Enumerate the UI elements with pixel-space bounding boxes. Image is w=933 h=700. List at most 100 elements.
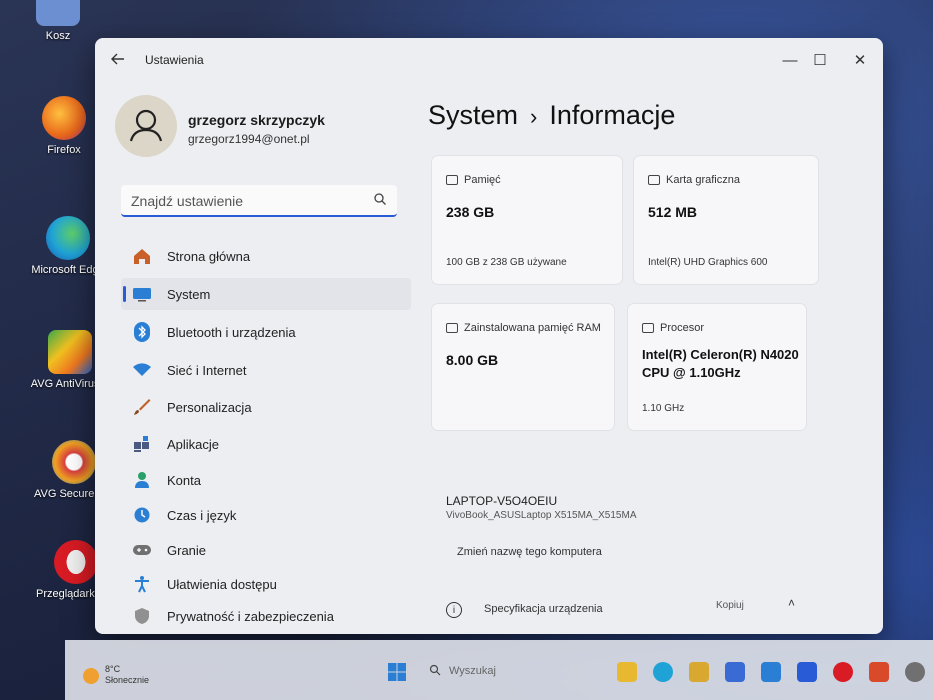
sidebar-item-time-language[interactable]: Czas i język: [121, 499, 411, 531]
files-icon[interactable]: [689, 662, 709, 682]
firefox-icon: [42, 96, 86, 140]
ram-card[interactable]: Zainstalowana pamięć RAM 8.00 GB: [432, 304, 614, 430]
apps-icon: [131, 433, 153, 455]
gpu-card-title: Karta graficzna: [666, 174, 740, 186]
breadcrumb-current: Informacje: [549, 100, 676, 130]
ram-card-title: Zainstalowana pamięć RAM: [464, 322, 601, 334]
gamepad-icon: [131, 539, 153, 561]
user-icon: [129, 109, 163, 142]
gpu-value: 512 MB: [648, 204, 698, 220]
title-bar: Ustawienia — ☐ ✕: [95, 38, 883, 84]
arrow-left-icon: [111, 53, 124, 65]
desktop-icon-recycle-bin[interactable]: Kosz: [18, 0, 98, 42]
spec-label: Specyfikacja urządzenia: [484, 603, 603, 615]
desktop-icon-label: Kosz: [45, 30, 71, 42]
sidebar-item-label: Strona główna: [167, 248, 251, 264]
taskbar-search[interactable]: Wyszukaj: [425, 660, 575, 684]
chevron-up-icon[interactable]: ˄: [788, 596, 795, 610]
close-button[interactable]: ✕: [845, 48, 875, 74]
weather-temp: 8°C: [105, 664, 121, 674]
gpu-card[interactable]: Karta graficzna 512 MB Intel(R) UHD Grap…: [634, 156, 818, 284]
sidebar-item-accounts[interactable]: Konta: [121, 464, 411, 496]
gpu-name: Intel(R) UHD Graphics 600: [648, 257, 768, 268]
sidebar-item-label: Ułatwienia dostępu: [167, 576, 277, 592]
settings-window: Ustawienia — ☐ ✕ grzegorz skrzypczyk grz…: [95, 38, 883, 634]
brush-icon: [131, 396, 153, 418]
sidebar-item-label: Bluetooth i urządzenia: [167, 324, 296, 340]
cpu-icon: [642, 323, 654, 333]
opera-taskbar-icon[interactable]: [833, 662, 853, 682]
card-title: Procesor: [642, 322, 704, 334]
device-spec-header[interactable]: i Specyfikacja urządzenia Kopiuj ˄: [446, 596, 866, 622]
ram-value: 8.00 GB: [446, 352, 499, 368]
office-icon[interactable]: [869, 662, 889, 682]
sidebar-item-personalization[interactable]: Personalizacja: [121, 391, 411, 423]
device-model: VivoBook_ASUSLaptop X515MA_X515MA: [446, 510, 637, 521]
sidebar-item-privacy[interactable]: Prywatność i zabezpieczenia: [121, 600, 411, 632]
profile-name: grzegorz skrzypczyk: [188, 112, 325, 128]
storage-usage: 100 GB z 238 GB używane: [446, 257, 567, 268]
cpu-card[interactable]: Procesor Intel(R) Celeron(R) N4020 CPU @…: [628, 304, 806, 430]
desktop-icon-label: Firefox: [47, 144, 81, 156]
maximize-button[interactable]: ☐: [805, 48, 835, 74]
profile-email: grzegorz1994@onet.pl: [188, 132, 310, 146]
recycle-bin-icon: [36, 0, 80, 26]
avg-secure-browser-icon: [52, 440, 96, 484]
gpu-icon: [648, 175, 660, 185]
sidebar-item-label: Konta: [167, 472, 201, 488]
wifi-icon: [131, 359, 153, 381]
device-name: LAPTOP-V5O4OEIU: [446, 494, 558, 508]
search-icon: [429, 664, 441, 676]
storage-card[interactable]: Pamięć 238 GB 100 GB z 238 GB używane: [432, 156, 622, 284]
sidebar-item-bluetooth[interactable]: Bluetooth i urządzenia: [121, 316, 411, 348]
sidebar-item-apps[interactable]: Aplikacje: [121, 428, 411, 460]
sidebar-item-label: Sieć i Internet: [167, 362, 247, 378]
breadcrumb-separator: ›: [530, 104, 538, 129]
search-box: [121, 185, 397, 217]
sidebar-item-system[interactable]: System: [121, 278, 411, 310]
copy-button[interactable]: Kopiuj: [716, 600, 744, 611]
opera-icon: [54, 540, 98, 584]
home-icon: [131, 245, 153, 267]
taskbar-search-placeholder: Wyszukaj: [449, 665, 496, 677]
sidebar-item-home[interactable]: Strona główna: [121, 240, 411, 272]
sun-icon[interactable]: [83, 668, 99, 684]
search-icon[interactable]: [373, 192, 387, 206]
sidebar-item-accessibility[interactable]: Ułatwienia dostępu: [121, 568, 411, 600]
taskbar: 8°C Słonecznie Wyszukaj: [65, 640, 933, 700]
back-button[interactable]: [107, 50, 129, 72]
settings-taskbar-icon[interactable]: [905, 662, 925, 682]
minimize-button[interactable]: —: [775, 48, 805, 74]
rename-pc-button[interactable]: Zmień nazwę tego komputera: [457, 546, 602, 558]
desktop-icon-firefox[interactable]: Firefox: [24, 96, 104, 156]
avatar[interactable]: [115, 95, 177, 157]
sidebar-item-label: Czas i język: [167, 507, 237, 523]
windows-start-icon[interactable]: [387, 662, 407, 682]
edge-taskbar-icon[interactable]: [653, 662, 673, 682]
globe-clock-icon: [131, 504, 153, 526]
system-icon: [131, 283, 153, 305]
sidebar-item-network[interactable]: Sieć i Internet: [121, 354, 411, 386]
avg-antivirus-icon: [48, 330, 92, 374]
search-input[interactable]: [129, 189, 373, 213]
sidebar-item-label: Personalizacja: [167, 399, 252, 415]
file-explorer-icon[interactable]: [617, 662, 637, 682]
mail-icon[interactable]: [761, 662, 781, 682]
selection-indicator: [123, 286, 126, 302]
storage-value: 238 GB: [446, 204, 495, 220]
app-title: Ustawienia: [145, 53, 204, 67]
sidebar-item-gaming[interactable]: Granie: [121, 534, 411, 566]
account-icon: [131, 469, 153, 491]
storage-icon: [446, 175, 458, 185]
myasus-icon[interactable]: [797, 662, 817, 682]
weather-desc: Słonecznie: [105, 675, 150, 685]
shield-icon: [131, 605, 153, 627]
info-icon: i: [446, 602, 462, 618]
store-icon[interactable]: [725, 662, 745, 682]
weather-widget[interactable]: 8°C Słonecznie: [105, 664, 149, 686]
bluetooth-icon: [131, 321, 153, 343]
sidebar-item-label: System: [167, 286, 211, 302]
edge-icon: [46, 216, 90, 260]
breadcrumb-section[interactable]: System: [428, 100, 518, 130]
cpu-speed: 1.10 GHz: [642, 403, 685, 414]
